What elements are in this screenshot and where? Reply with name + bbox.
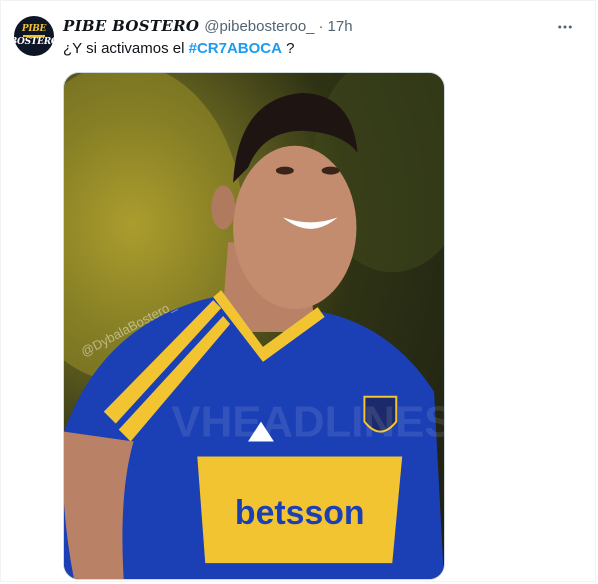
tweet-media-image[interactable]: betsson @DybalaBostero_ VHEADLINES bbox=[63, 72, 445, 580]
player-illustration: betsson @DybalaBostero_ VHEADLINES bbox=[64, 73, 444, 579]
avatar-line-2: BOSTERO bbox=[14, 37, 54, 47]
avatar-line-1: PIBE bbox=[21, 24, 47, 34]
tweet-text-prefix: ¿Y si activamos el bbox=[63, 40, 189, 57]
left-eye bbox=[275, 166, 294, 175]
timestamp[interactable]: 17h bbox=[328, 18, 353, 35]
avatar[interactable]: PIBE BOSTERO bbox=[14, 16, 54, 56]
hashtag-link[interactable]: #CR7ABOCA bbox=[189, 40, 282, 57]
author-name[interactable]: PIBE BOSTERO bbox=[63, 17, 199, 35]
more-horizontal-icon bbox=[558, 25, 572, 29]
ear bbox=[211, 185, 236, 230]
watermark-text: VHEADLINES bbox=[171, 398, 444, 447]
author-handle[interactable]: @pibebosteroo_ bbox=[204, 18, 314, 35]
separator-dot: · bbox=[318, 17, 324, 35]
tweet-card[interactable]: PIBE BOSTERO PIBE BOSTERO @pibebosteroo_… bbox=[0, 0, 596, 582]
right-eye bbox=[321, 166, 340, 175]
more-options-button[interactable] bbox=[553, 15, 577, 39]
tweet-header: PIBE BOSTERO @pibebosteroo_ · 17h bbox=[63, 16, 551, 36]
jersey-sponsor: betsson bbox=[235, 494, 365, 532]
tweet-text: ¿Y si activamos el #CR7ABOCA ? bbox=[63, 39, 294, 59]
tweet-text-suffix: ? bbox=[281, 40, 295, 57]
